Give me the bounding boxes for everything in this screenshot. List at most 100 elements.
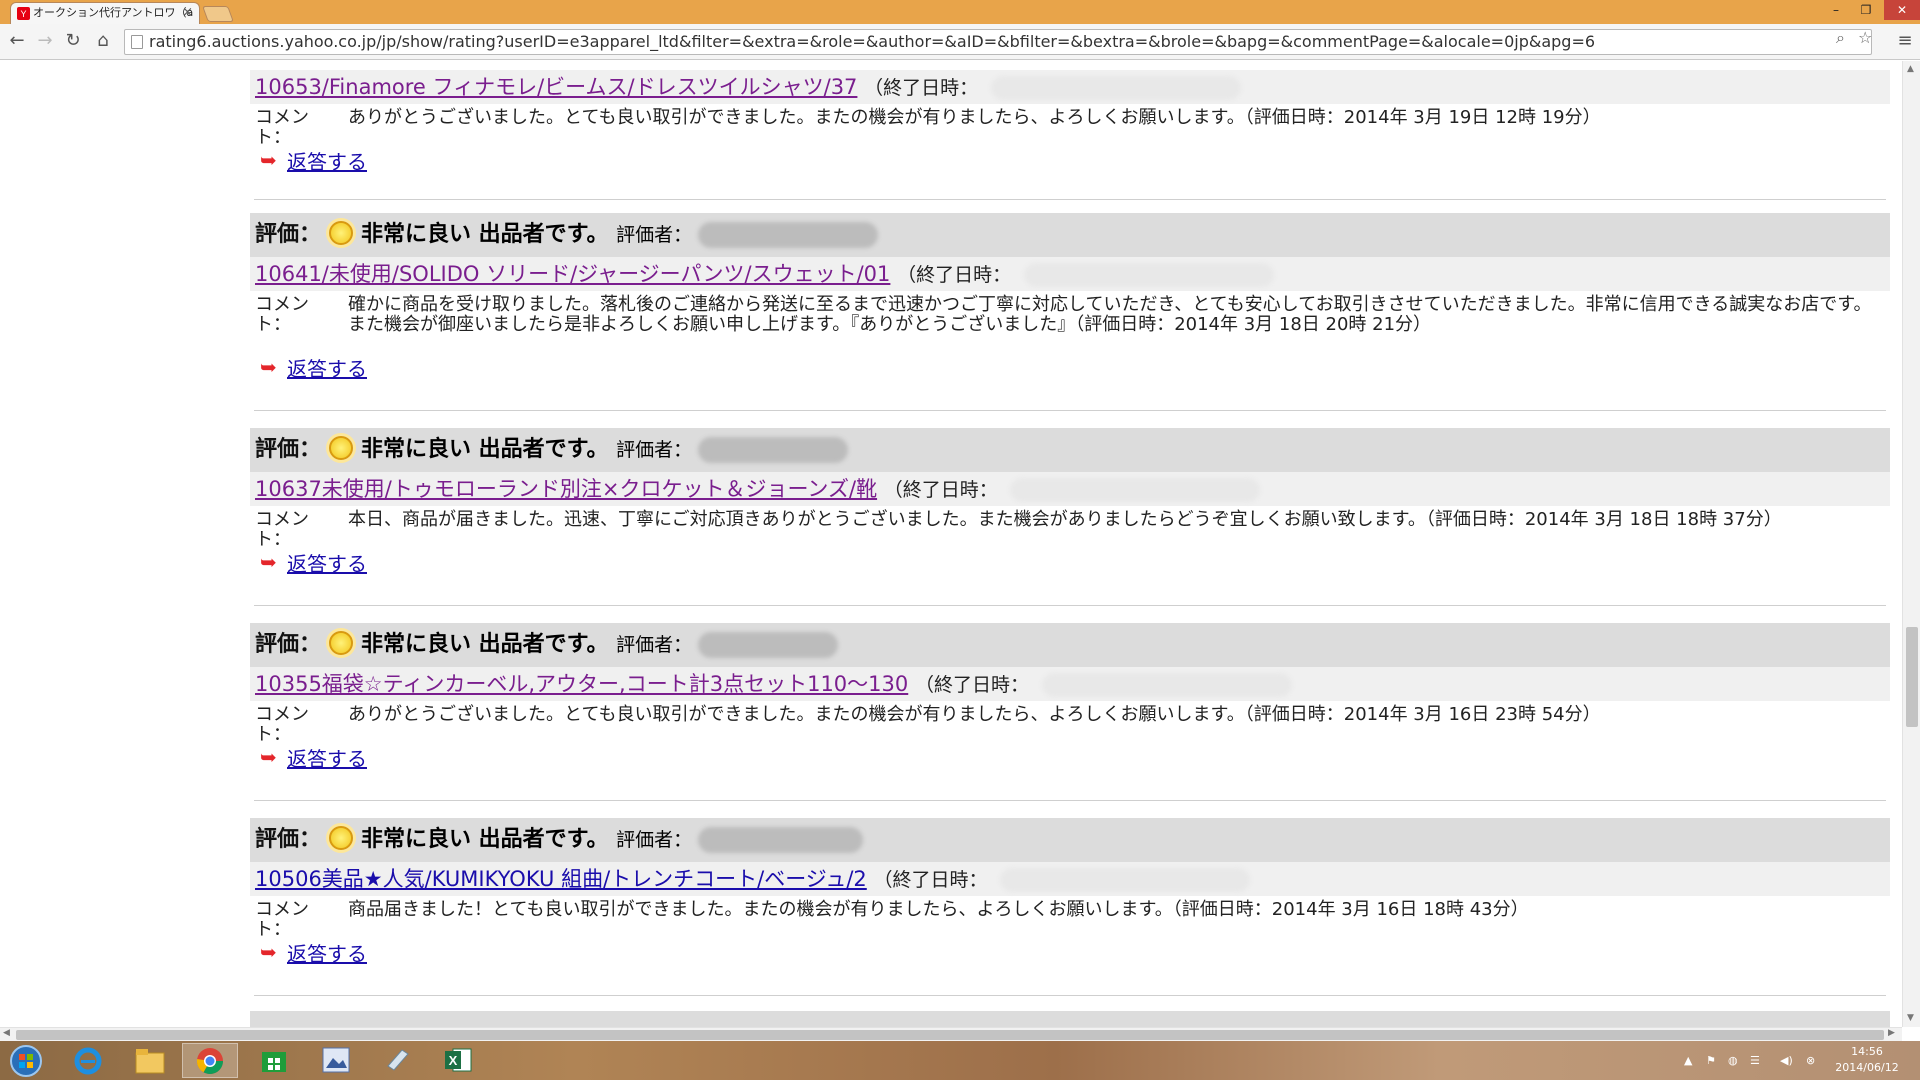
restore-button[interactable]: ❐ <box>1852 0 1880 20</box>
tab-close-icon[interactable]: × <box>182 3 193 23</box>
wifi-icon[interactable]: ☰ <box>1750 1041 1760 1080</box>
sun-rating-icon <box>329 436 354 460</box>
minimize-button[interactable]: – <box>1822 0 1850 20</box>
sync-icon[interactable]: ⊗ <box>1806 1041 1815 1080</box>
scroll-left-icon[interactable]: ◀ <box>3 1028 10 1038</box>
rating-label: 評価： <box>255 632 322 657</box>
divider <box>254 800 1886 801</box>
show-hidden-icons-icon[interactable]: ▲ <box>1684 1041 1692 1080</box>
rating-entry: 評価： 非常に良い 出品者です。 評価者： 10637未使用/トゥモローランド別注… <box>250 428 1890 584</box>
reply-arrow-icon: ➥ <box>260 355 277 379</box>
auction-title-link[interactable]: 10355福袋☆ティンカーベル,アウター,コート計3点セット110〜130 <box>255 672 908 696</box>
scroll-down-icon[interactable]: ▼ <box>1907 1013 1914 1023</box>
divider <box>254 410 1886 411</box>
auction-title-row: 10506美品★人気/KUMIKYOKU 組曲/トレンチコート/ベージュ/2 （… <box>250 862 1890 896</box>
action-center-flag-icon[interactable]: ⚑ <box>1706 1041 1716 1080</box>
search-icon[interactable]: ⌕ <box>1836 28 1845 48</box>
horizontal-scroll-thumb[interactable] <box>16 1030 1884 1040</box>
reply-link[interactable]: 返答する <box>287 146 367 175</box>
rating-entry: 10653/Finamore フィナモレ/ビームス/ドレスツイルシャツ/37 （… <box>250 70 1890 182</box>
comment-text: ありがとうございました。とても良い取引ができました。またの機会が有りましたら、よ… <box>348 704 1601 725</box>
vertical-scroll-thumb[interactable] <box>1906 627 1918 727</box>
rating-text: 非常に良い 出品者です。 <box>361 222 609 247</box>
divider <box>254 199 1886 200</box>
reply-link[interactable]: 返答する <box>287 743 367 772</box>
page-viewport: 10653/Finamore フィナモレ/ビームス/ドレスツイルシャツ/37 （… <box>0 61 1902 1027</box>
auction-title-row: 10641/未使用/SOLIDO ソリード/ジャージーパンツ/スウェット/01 … <box>250 257 1890 291</box>
rating-entry-partial <box>250 1011 1890 1027</box>
volume-icon[interactable]: ◀) <box>1780 1041 1793 1080</box>
rater-label: 評価者： <box>616 634 693 656</box>
notepad-app-icon[interactable] <box>370 1043 426 1078</box>
clock-time: 14:56 <box>1851 1045 1883 1058</box>
rater-label: 評価者： <box>616 439 693 461</box>
close-window-button[interactable]: ✕ <box>1884 0 1920 20</box>
divider <box>254 605 1886 606</box>
scroll-right-icon[interactable]: ▶ <box>1888 1028 1895 1038</box>
home-icon[interactable]: ⌂ <box>92 30 114 52</box>
reply-link[interactable]: 返答する <box>287 353 367 382</box>
scroll-up-icon[interactable]: ▲ <box>1907 64 1914 74</box>
reply-row: ➥ 返答する <box>250 934 1890 974</box>
svg-text:X: X <box>449 1053 458 1068</box>
redacted-rater <box>698 632 839 658</box>
new-tab-button[interactable] <box>202 6 234 22</box>
bookmark-star-icon[interactable]: ☆ <box>1858 28 1872 47</box>
svg-text:Y: Y <box>20 9 26 19</box>
redacted-end-time <box>1000 868 1251 892</box>
comment-row: コメント： 商品届きました！とても良い取引ができました。またの機会が有りましたら… <box>250 896 1890 940</box>
internet-explorer-icon[interactable] <box>60 1043 116 1078</box>
back-arrow-icon[interactable]: ← <box>6 30 28 52</box>
auction-title-link[interactable]: 10641/未使用/SOLIDO ソリード/ジャージーパンツ/スウェット/01 <box>255 262 890 286</box>
comment-text: ありがとうございました。とても良い取引ができました。またの機会が有りましたら、よ… <box>348 107 1601 128</box>
end-time-label: （終了日時： <box>897 264 1012 286</box>
rating-row: 評価： 非常に良い 出品者です。 評価者： <box>250 428 1890 472</box>
rating-entry: 評価： 非常に良い 出品者です。 評価者： 10506美品★人気/KUMIKYOK… <box>250 818 1890 974</box>
taskbar-clock[interactable]: 14:56 2014/06/12 <box>1822 1044 1912 1076</box>
rating-row: 評価： 非常に良い 出品者です。 評価者： <box>250 213 1890 257</box>
auction-title-link[interactable]: 10653/Finamore フィナモレ/ビームス/ドレスツイルシャツ/37 <box>255 75 857 99</box>
rating-text: 非常に良い 出品者です。 <box>361 437 609 462</box>
reply-link[interactable]: 返答する <box>287 548 367 577</box>
window-titlebar: Y オークション代行アントロワ（a × – ❐ ✕ <box>0 0 1920 24</box>
reply-row: ➥ 返答する <box>250 142 1890 182</box>
end-time-label: （終了日時： <box>864 77 979 99</box>
comment-row: コメント： 本日、商品が届きました。迅速、丁寧にご対応頂きありがとうございました… <box>250 506 1890 550</box>
tab-title: オークション代行アントロワ（a <box>33 6 194 19</box>
redacted-end-time <box>1041 673 1292 697</box>
rating-text: 非常に良い 出品者です。 <box>361 632 609 657</box>
reply-arrow-icon: ➥ <box>260 745 277 769</box>
browser-tab[interactable]: Y オークション代行アントロワ（a × <box>10 2 200 24</box>
reply-link[interactable]: 返答する <box>287 938 367 967</box>
auction-title-row: 10637未使用/トゥモローランド別注×クロケット＆ジョーンズ/靴 （終了日時： <box>250 472 1890 506</box>
reply-row: ➥ 返答する <box>250 739 1890 779</box>
windows-taskbar: X ▲ ⚑ ◍ ☰ ◀) ⊗ 14:56 2014/06/12 <box>0 1041 1920 1080</box>
horizontal-scrollbar[interactable]: ◀ ▶ <box>0 1027 1902 1041</box>
comment-row: コメント： ありがとうございました。とても良い取引ができました。またの機会が有り… <box>250 104 1890 148</box>
network-globe-icon[interactable]: ◍ <box>1728 1041 1738 1080</box>
start-button[interactable] <box>4 1043 48 1078</box>
auction-title-link[interactable]: 10506美品★人気/KUMIKYOKU 組曲/トレンチコート/ベージュ/2 <box>255 867 867 891</box>
auction-title-row: 10653/Finamore フィナモレ/ビームス/ドレスツイルシャツ/37 （… <box>250 70 1890 104</box>
browser-toolbar: ← → ↻ ⌂ rating6.auctions.yahoo.co.jp/jp/… <box>0 24 1920 60</box>
chrome-menu-icon[interactable]: ≡ <box>1896 30 1914 51</box>
redacted-rater <box>698 222 879 248</box>
end-time-label: （終了日時： <box>914 674 1029 696</box>
auction-title-link[interactable]: 10637未使用/トゥモローランド別注×クロケット＆ジョーンズ/靴 <box>255 477 877 501</box>
forward-arrow-icon[interactable]: → <box>34 30 56 52</box>
rater-label: 評価者： <box>616 224 693 246</box>
comment-row: コメント： ありがとうございました。とても良い取引ができました。またの機会が有り… <box>250 701 1890 745</box>
address-bar[interactable]: rating6.auctions.yahoo.co.jp/jp/show/rat… <box>124 29 1872 55</box>
page-icon <box>131 35 143 49</box>
photo-app-icon[interactable] <box>308 1043 364 1078</box>
store-icon[interactable] <box>246 1043 302 1078</box>
file-explorer-icon[interactable] <box>122 1043 178 1078</box>
reload-icon[interactable]: ↻ <box>62 30 84 52</box>
comment-row: コメント： 確かに商品を受け取りました。落札後のご連絡から発送に至るまで迅速かつ… <box>250 291 1890 335</box>
excel-icon[interactable]: X <box>430 1043 486 1078</box>
vertical-scrollbar[interactable]: ▲ ▼ <box>1902 61 1920 1027</box>
redacted-rater <box>698 827 864 853</box>
comment-text: 確かに商品を受け取りました。落札後のご連絡から発送に至るまで迅速かつご丁寧に対応… <box>348 294 1872 335</box>
sun-rating-icon <box>329 826 354 850</box>
chrome-taskbar-icon[interactable] <box>182 1043 238 1078</box>
